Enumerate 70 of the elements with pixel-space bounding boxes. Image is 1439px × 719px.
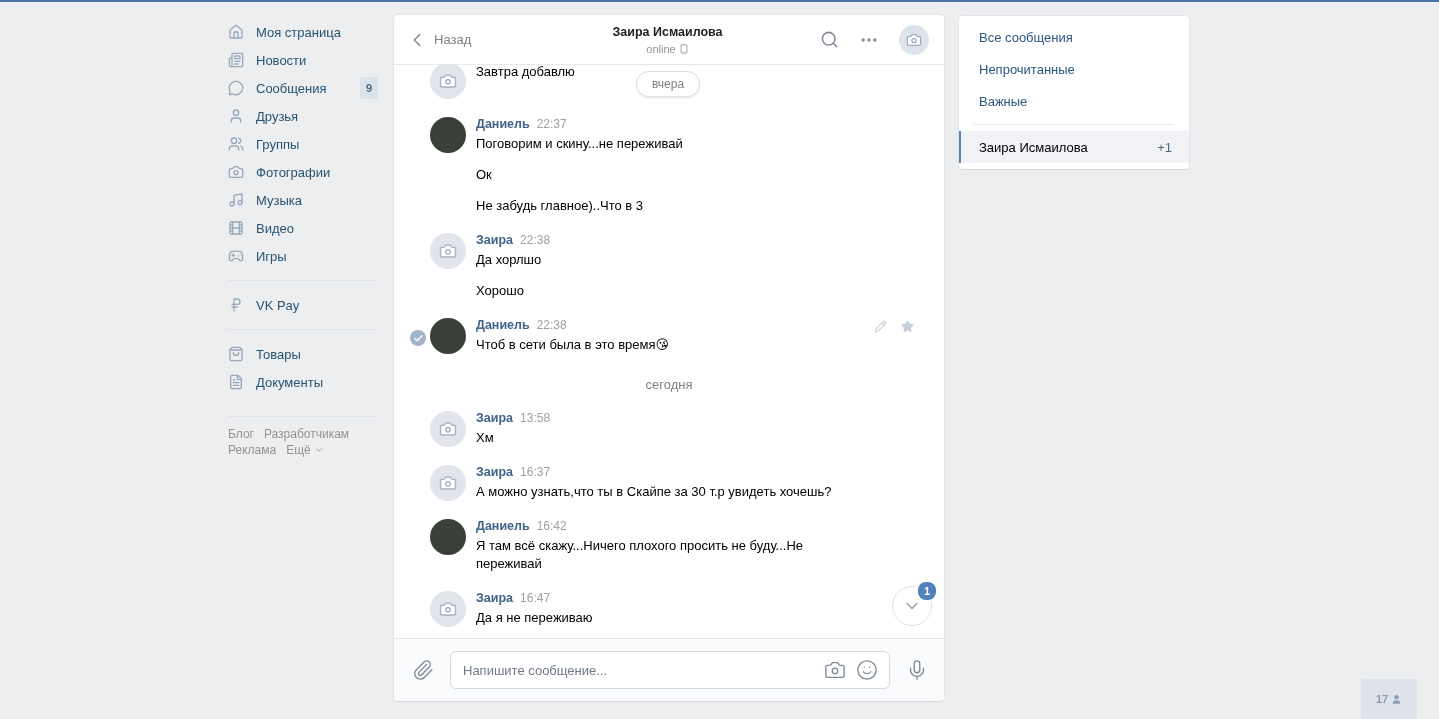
author-name[interactable]: Заира <box>476 465 514 479</box>
message-text: Хорошо <box>476 282 525 300</box>
online-status: online <box>646 42 676 55</box>
chat-avatar[interactable] <box>899 24 929 55</box>
message-time: 22:37 <box>536 117 567 131</box>
message-time: 16:42 <box>536 519 567 533</box>
nav-icon <box>228 346 244 362</box>
date-divider: сегодня <box>645 377 693 392</box>
nav-item[interactable]: Игры <box>228 242 378 270</box>
chat-title: Заира Исмаилова <box>612 24 723 39</box>
filter-link[interactable]: Важные <box>959 86 1189 118</box>
message-time: 13:58 <box>520 411 551 425</box>
filter-link[interactable]: Все сообщения <box>959 22 1189 54</box>
filter-link[interactable]: Непрочитанные <box>959 54 1189 86</box>
star-icon[interactable] <box>901 320 914 333</box>
nav-icon <box>228 220 244 236</box>
nav-icon <box>228 297 244 313</box>
message-text: Да я не переживаю <box>476 609 594 627</box>
back-link[interactable]: Назад <box>406 28 576 51</box>
conversation-item[interactable]: Заира Исмаилова +1 <box>959 131 1189 163</box>
author-name[interactable]: Даниель <box>476 117 530 131</box>
author-name[interactable]: Заира <box>476 233 514 247</box>
author-name[interactable]: Даниель <box>476 318 530 332</box>
message-time: 22:38 <box>536 318 567 332</box>
nav-icon <box>228 80 244 96</box>
author-name[interactable]: Заира <box>476 411 514 425</box>
person-icon <box>1391 693 1403 705</box>
nav-item[interactable]: Видео <box>228 214 378 242</box>
nav-item[interactable]: Документы <box>228 368 378 396</box>
nav-item[interactable]: Друзья <box>228 102 378 130</box>
message-time: 16:47 <box>520 591 551 605</box>
nav-item[interactable]: Товары <box>228 340 378 368</box>
unread-count: 9 <box>359 77 378 99</box>
nav-icon <box>228 374 244 390</box>
message-text: А можно узнать,что ты в Скайпе за 30 т.р увидеть хочешь? <box>476 483 833 501</box>
nav-item[interactable]: Фотографии <box>228 158 378 186</box>
phone-icon <box>678 43 689 54</box>
chevron-down-icon <box>313 445 324 455</box>
message-time: 16:37 <box>520 465 551 479</box>
message-text: Завтра добавлю <box>476 65 576 81</box>
nav-icon <box>228 192 244 208</box>
selected-check-icon[interactable] <box>410 330 426 346</box>
camera-icon[interactable] <box>824 659 846 681</box>
author-name[interactable]: Даниель <box>476 519 530 533</box>
nav-icon <box>228 248 244 264</box>
nav-item[interactable]: Новости <box>228 46 378 74</box>
message-text: Ок <box>476 166 493 184</box>
nav-item[interactable]: Сообщения 9 <box>228 74 378 102</box>
message-text: Поговорим и скину...не переживай <box>476 135 684 153</box>
author-name[interactable]: Заира <box>476 591 514 605</box>
search-icon[interactable] <box>820 30 839 49</box>
nav-icon <box>228 24 244 40</box>
message-text: Я там всё скажу...Ничего плохого просить не буду...Не переживай <box>476 537 805 573</box>
message-text: Хм <box>476 429 495 447</box>
nav-item[interactable]: VK Pay <box>228 291 378 319</box>
date-pill: вчера <box>636 71 701 97</box>
nav-item[interactable]: Моя страница <box>228 18 378 46</box>
message-text: Да хорлшо <box>476 251 543 269</box>
nav-icon <box>228 136 244 152</box>
message-time: 22:38 <box>520 233 551 247</box>
attach-icon[interactable] <box>412 659 434 681</box>
nav-item[interactable]: Группы <box>228 130 378 158</box>
message-input[interactable]: Напишите сообщение... <box>450 651 890 689</box>
nav-icon <box>228 164 244 180</box>
message-text: Чтоб в сети была в это время😘 <box>476 336 671 354</box>
nav-icon <box>228 52 244 68</box>
message-text: Не забудь главное)..Что в 3 <box>476 197 645 215</box>
nav-item[interactable]: Музыка <box>228 186 378 214</box>
nav-icon <box>228 108 244 124</box>
emoji-icon[interactable] <box>856 659 878 681</box>
